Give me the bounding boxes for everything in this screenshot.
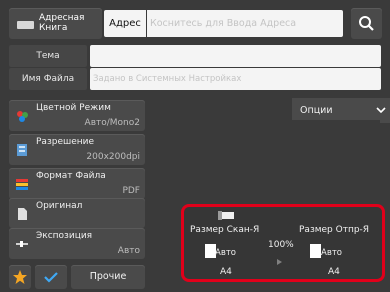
address-book-icon	[17, 21, 34, 29]
file-format-icon	[16, 179, 28, 190]
scan-size-mode: Авто	[215, 248, 236, 258]
file-format-title: Формат Файла	[36, 171, 106, 181]
subject-label: Тема	[9, 45, 87, 67]
scan-size-paper: A4	[220, 267, 232, 277]
address-input[interactable]: Коснитесь для Ввода Адреса	[147, 10, 343, 37]
ratio-value: 100%	[268, 240, 294, 250]
send-size-paper: A4	[328, 267, 340, 277]
address-label: Адрес	[104, 10, 146, 37]
favorite-button[interactable]	[9, 265, 31, 289]
resolution-icon	[17, 144, 27, 156]
color-mode-title: Цветной Режим	[36, 103, 111, 113]
address-book-button[interactable]: Адресная Книга	[9, 8, 102, 39]
original-icon	[18, 208, 27, 220]
star-icon	[13, 270, 27, 284]
exposure-title: Экспозиция	[36, 231, 93, 241]
scan-screen: Адресная Книга Адрес Коснитесь для Ввода…	[0, 0, 390, 292]
options-label: Опции	[300, 105, 333, 116]
color-mode-value: Авто/Mono2	[84, 118, 140, 128]
file-format-value: PDF	[122, 186, 140, 196]
filename-label: Имя Файла	[9, 68, 87, 90]
send-size-mode: Авто	[321, 248, 342, 258]
original-title: Оригинал	[36, 201, 83, 211]
scanner-glass-icon	[220, 212, 234, 219]
chevron-down-icon	[376, 107, 386, 114]
color-mode-icon	[17, 111, 28, 122]
exposure-value: Авто	[117, 246, 140, 256]
search-button[interactable]	[351, 8, 382, 39]
file-format-button[interactable]: Формат Файла PDF	[9, 168, 145, 199]
subject-input[interactable]	[90, 45, 381, 67]
address-book-label: Адресная Книга	[39, 13, 85, 33]
resolution-title: Разрешение	[36, 137, 95, 147]
scanner-lid-icon	[218, 211, 222, 220]
other-button[interactable]: Прочие	[71, 265, 145, 289]
exposure-button[interactable]: Экспозиция Авто	[9, 228, 145, 259]
resolution-value: 200x200dpi	[86, 152, 140, 162]
color-mode-button[interactable]: Цветной Режим Авто/Mono2	[9, 100, 145, 131]
search-icon	[359, 16, 374, 31]
check-icon	[44, 272, 58, 283]
arrow-right-icon	[277, 259, 282, 265]
original-button[interactable]: Оригинал	[9, 198, 145, 228]
send-size-label: Размер Отпр-Я	[299, 225, 370, 235]
send-size-document-icon	[310, 244, 321, 258]
scan-preview-panel[interactable]: Размер Скан-Я Авто A4 100% Размер Отпр-Я…	[181, 204, 385, 282]
filename-input[interactable]: Задано в Системных Настройках	[90, 68, 381, 90]
resolution-button[interactable]: Разрешение 200x200dpi	[9, 134, 145, 165]
check-button[interactable]	[35, 265, 67, 289]
scan-size-label: Размер Скан-Я	[190, 225, 260, 235]
exposure-icon	[16, 241, 28, 247]
